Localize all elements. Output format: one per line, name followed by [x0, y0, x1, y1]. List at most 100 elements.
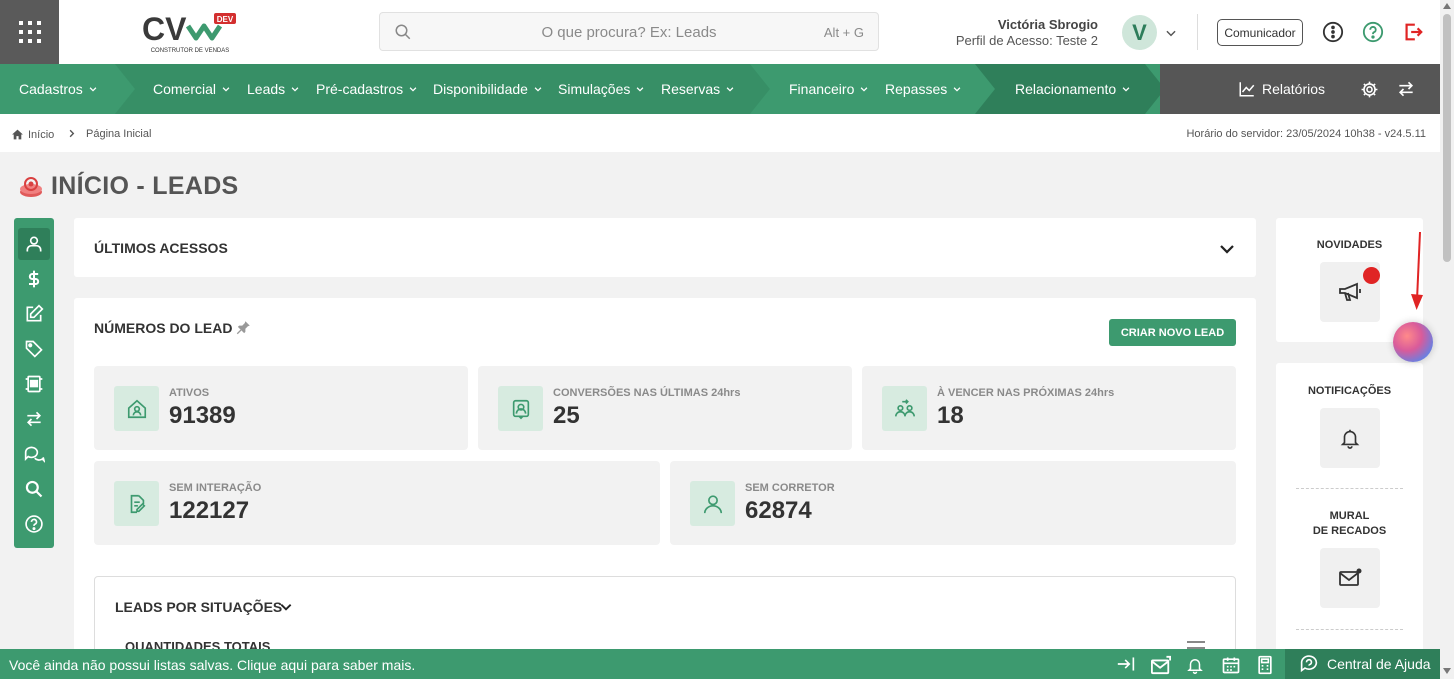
nav-comercial[interactable]: Comercial: [153, 64, 231, 114]
tag-icon: [25, 340, 43, 358]
nav-label: Reservas: [661, 81, 721, 97]
nav-disponibilidade[interactable]: Disponibilidade: [433, 64, 543, 114]
side-menu-documents[interactable]: [18, 368, 50, 400]
gear-icon[interactable]: [1360, 80, 1379, 99]
assistant-orb[interactable]: [1393, 322, 1433, 362]
stat-sem-corretor[interactable]: SEM CORRETOR 62874: [670, 461, 1236, 545]
numeros-lead-title: NÚMEROS DO LEAD: [94, 320, 233, 336]
stat-value: 122127: [169, 497, 250, 524]
ultimos-acessos-panel[interactable]: ÚLTIMOS ACESSOS: [74, 218, 1256, 277]
nav-repasses[interactable]: Repasses: [885, 64, 962, 114]
apps-grid-button[interactable]: [0, 0, 59, 64]
leads-situacoes-title[interactable]: LEADS POR SITUAÇÕES: [115, 599, 282, 615]
bell-icon[interactable]: [1186, 655, 1204, 675]
dollar-icon: [28, 270, 40, 288]
chevron-down-icon: [222, 87, 230, 92]
nav-leads[interactable]: Leads: [247, 64, 300, 114]
notificacoes-button[interactable]: [1320, 408, 1380, 468]
central-ajuda-button[interactable]: Central de Ajuda: [1285, 649, 1440, 679]
logout-icon[interactable]: [1402, 21, 1424, 43]
calculator-icon[interactable]: [1256, 655, 1274, 675]
side-menu-tags[interactable]: [18, 333, 50, 365]
scrollbar-thumb[interactable]: [1443, 14, 1451, 262]
bell-icon: [1340, 429, 1360, 449]
stat-value: 91389: [169, 402, 236, 429]
nav-label: Comercial: [153, 81, 217, 97]
saved-lists-message[interactable]: Você ainda não possui listas salvas. Cli…: [9, 657, 415, 673]
stat-value: 18: [937, 402, 964, 429]
nav-label: Financeiro: [789, 81, 855, 97]
side-menu-financeiro[interactable]: [18, 263, 50, 295]
notification-dot: [1363, 267, 1380, 284]
chevron-down-icon: [1122, 87, 1130, 92]
side-menu-search[interactable]: [18, 473, 50, 505]
mail-open-icon[interactable]: [1150, 655, 1172, 675]
top-header: CV DEV CONSTRUTOR DE VENDAS O que procur…: [0, 0, 1440, 64]
header-divider: [1197, 14, 1198, 50]
chevron-down-icon: [89, 87, 97, 92]
side-menu-leads[interactable]: [18, 228, 50, 260]
side-menu-transfers[interactable]: [18, 403, 50, 435]
nav-simulacoes[interactable]: Simulações: [558, 64, 645, 114]
novidades-button[interactable]: [1320, 262, 1380, 322]
stat-ativos[interactable]: ATIVOS 91389: [94, 366, 468, 450]
create-lead-button[interactable]: CRIAR NOVO LEAD: [1109, 319, 1236, 346]
nav-label: Leads: [247, 81, 286, 97]
more-options-icon[interactable]: [1322, 21, 1344, 43]
chevron-down-icon[interactable]: [1218, 240, 1236, 258]
nav-relatorios[interactable]: Relatórios: [1238, 64, 1325, 114]
scroll-down-icon[interactable]: [1443, 668, 1451, 674]
stat-a-vencer[interactable]: À VENCER NAS PRÓXIMAS 24hrs 18: [862, 366, 1236, 450]
nav-pre-cadastros[interactable]: Pré-cadastros: [316, 64, 418, 114]
chevron-down-icon[interactable]: [279, 600, 293, 614]
chevron-down-icon: [953, 87, 961, 92]
help-icon[interactable]: [1362, 21, 1384, 43]
mail-icon: [1339, 568, 1362, 586]
chevron-down-icon[interactable]: [1164, 26, 1178, 40]
nav-cadastros[interactable]: Cadastros: [19, 64, 98, 114]
chevron-down-icon: [291, 87, 299, 92]
comunicador-button[interactable]: Comunicador: [1217, 19, 1303, 46]
mural-recados-button[interactable]: [1320, 548, 1380, 608]
side-menu-edit[interactable]: [18, 298, 50, 330]
target-icon: [20, 177, 42, 197]
main-nav: Cadastros Comercial Leads Pré-cadastros …: [0, 64, 1440, 114]
stat-conversoes[interactable]: CONVERSÕES NAS ÚLTIMAS 24hrs 25: [478, 366, 852, 450]
breadcrumb-home[interactable]: Início: [11, 128, 54, 141]
search-shortcut: Alt + G: [823, 25, 864, 40]
side-menu-chat[interactable]: [18, 438, 50, 470]
search-placeholder: O que procura? Ex: Leads: [541, 24, 717, 41]
stat-sem-interacao[interactable]: SEM INTERAÇÃO 122127: [94, 461, 660, 545]
transfer-icon: [26, 411, 42, 427]
scrollbar[interactable]: [1440, 0, 1454, 679]
mural-title-line1: MURAL: [1329, 510, 1370, 522]
stat-icon-box: [690, 481, 735, 526]
side-menu: [14, 218, 54, 548]
collapse-right-icon[interactable]: [1116, 655, 1136, 673]
company-logo[interactable]: CV DEV CONSTRUTOR DE VENDAS: [140, 10, 240, 54]
global-search[interactable]: O que procura? Ex: Leads Alt + G: [379, 12, 879, 51]
nav-relacionamento[interactable]: Relacionamento: [1015, 64, 1131, 114]
novidades-panel: NOVIDADES: [1276, 218, 1423, 342]
avatar[interactable]: V: [1122, 15, 1157, 50]
switch-arrows-icon[interactable]: [1396, 79, 1416, 99]
nav-reservas[interactable]: Reservas: [661, 64, 735, 114]
scroll-up-icon[interactable]: [1443, 3, 1451, 9]
nav-label: Pré-cadastros: [316, 81, 404, 97]
user-name[interactable]: Victória Sbrogio: [998, 17, 1098, 32]
home-icon: [12, 129, 23, 140]
stat-icon-box: [114, 481, 159, 526]
chevron-down-icon: [726, 87, 734, 92]
nav-financeiro[interactable]: Financeiro: [789, 64, 869, 114]
arrow-down-icon: [1411, 232, 1423, 310]
chat-icon: [24, 446, 45, 463]
user-icon: [703, 494, 722, 513]
pin-icon[interactable]: [236, 320, 251, 335]
calendar-icon[interactable]: [1221, 655, 1241, 675]
page-title: INÍCIO - LEADS: [51, 172, 239, 200]
divider: [1296, 488, 1403, 489]
notificacoes-title: NOTIFICAÇÕES: [1307, 385, 1392, 397]
side-menu-help[interactable]: [18, 508, 50, 540]
users-swap-icon: [894, 398, 915, 416]
stat-label: SEM INTERAÇÃO: [169, 482, 262, 494]
